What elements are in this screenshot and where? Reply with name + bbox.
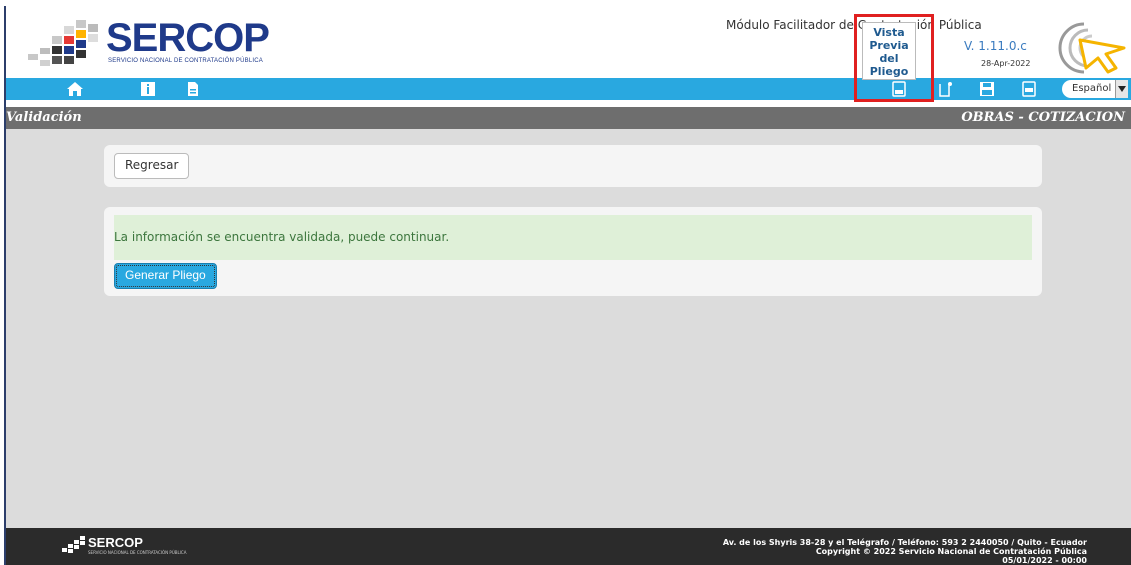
document-icon[interactable] (184, 81, 202, 97)
process-type-label: OBRAS - COTIZACION (961, 110, 1125, 125)
footer-logo-subtitle: SERVICIO NACIONAL DE CONTRATACIÓN PÚBLIC… (88, 550, 187, 555)
pdf-icon[interactable] (1020, 81, 1038, 97)
validation-success-alert: La información se encuentra validada, pu… (114, 215, 1032, 260)
generate-pliego-button[interactable]: Generar Pliego (114, 263, 217, 289)
chevron-down-icon[interactable] (1115, 80, 1128, 98)
footer-logo-mosaic-icon (62, 536, 85, 553)
logo-mosaic-icon (28, 20, 98, 66)
header: SERCOP SERVICIO NACIONAL DE CONTRATACIÓN… (6, 6, 1131, 102)
cursor-logo-icon (1058, 22, 1126, 74)
header-date: 28-Apr-2022 (981, 59, 1031, 68)
back-button[interactable]: Regresar (114, 153, 190, 179)
footer-timestamp: 05/01/2022 - 00:00 (1002, 556, 1087, 565)
language-select[interactable]: Español (1062, 80, 1128, 98)
main-content: Regresar La información se encuentra val… (6, 129, 1131, 528)
home-icon[interactable] (66, 81, 84, 97)
footer-copyright: Copyright © 2022 Servicio Nacional de Co… (815, 547, 1087, 556)
page-title: Validación (6, 110, 82, 125)
footer-logo-wordmark: SERCOP (88, 535, 143, 550)
app-window: SERCOP SERVICIO NACIONAL DE CONTRATACIÓN… (4, 6, 1131, 565)
footer: SERCOP SERVICIO NACIONAL DE CONTRATACIÓN… (6, 528, 1131, 565)
logo-subtitle: SERVICIO NACIONAL DE CONTRATACIÓN PÚBLIC… (108, 58, 264, 64)
info-icon[interactable] (139, 81, 157, 97)
attach-document-icon[interactable] (936, 81, 954, 97)
language-value: Español (1072, 83, 1112, 94)
logo-wordmark: SERCOP (106, 16, 270, 60)
section-title-bar: Validación OBRAS - COTIZACION (6, 107, 1131, 129)
validation-panel: La información se encuentra validada, pu… (104, 207, 1042, 296)
sercop-logo: SERCOP SERVICIO NACIONAL DE CONTRATACIÓN… (26, 16, 326, 71)
red-highlight-box (854, 14, 934, 102)
toolbar: Español (6, 78, 1131, 100)
version-label: V. 1.11.0.c (964, 39, 1027, 53)
save-icon[interactable] (978, 81, 996, 97)
footer-address: Av. de los Shyris 38-28 y el Telégrafo /… (722, 538, 1087, 547)
footer-info: Av. de los Shyris 38-28 y el Telégrafo /… (723, 538, 1087, 565)
back-panel: Regresar (104, 145, 1042, 187)
